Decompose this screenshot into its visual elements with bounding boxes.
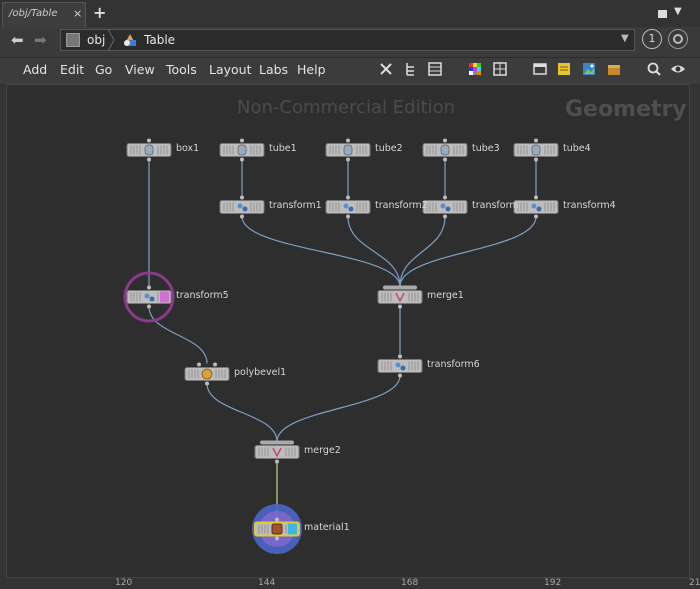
tube-icon <box>237 144 247 156</box>
tab-obj-table[interactable]: /obj/Table × <box>2 2 86 27</box>
menu-help[interactable]: Help <box>297 62 326 77</box>
node-wire[interactable] <box>241 216 401 287</box>
node-box1[interactable] <box>126 138 172 162</box>
watermark-text: Non-Commercial Edition <box>237 97 456 118</box>
ruler-tick: 120 <box>115 578 133 588</box>
node-wire[interactable] <box>148 306 208 364</box>
path-root[interactable]: obj <box>87 33 105 47</box>
menu-layout[interactable]: Layout <box>209 62 252 77</box>
menu-edit[interactable]: Edit <box>60 62 84 77</box>
node-wire[interactable] <box>276 375 401 442</box>
node-label[interactable]: transform6 <box>427 359 480 370</box>
node-label[interactable]: transform1 <box>269 200 322 211</box>
sticky-note-icon[interactable] <box>556 61 572 77</box>
tree-icon[interactable] <box>403 61 419 77</box>
pane-link-button[interactable]: 1 <box>642 29 662 49</box>
node-transform1[interactable] <box>219 195 265 219</box>
eye-icon[interactable] <box>670 61 686 77</box>
node-material1[interactable] <box>252 504 302 554</box>
node-label[interactable]: box1 <box>176 143 199 154</box>
image-icon[interactable] <box>581 61 597 77</box>
network-box-icon[interactable] <box>532 61 548 77</box>
tab-close-icon[interactable]: × <box>73 7 82 20</box>
node-wire[interactable] <box>399 216 537 287</box>
path-current[interactable]: Table <box>144 33 175 47</box>
list-icon[interactable] <box>427 61 443 77</box>
package-icon[interactable] <box>606 61 622 77</box>
node-label[interactable]: tube2 <box>375 143 403 154</box>
node-polybevel1[interactable] <box>184 362 230 386</box>
pane-menu-icon[interactable] <box>658 10 667 18</box>
tube-icon <box>440 144 450 156</box>
right-pane-border <box>690 84 700 578</box>
polybevel-icon <box>201 368 213 380</box>
menu-go[interactable]: Go <box>95 62 112 77</box>
node-wire[interactable] <box>399 216 446 287</box>
node-transform4[interactable] <box>513 195 559 219</box>
obj-network-icon <box>66 33 80 47</box>
menu-view[interactable]: View <box>125 62 155 77</box>
search-icon[interactable] <box>646 61 662 77</box>
network-editor-canvas[interactable]: Non-Commercial Edition Geometry box1 tube… <box>6 84 690 578</box>
ruler-tick: 168 <box>401 578 419 588</box>
box-icon <box>144 144 154 156</box>
context-label: Geometry <box>565 97 687 122</box>
node-wire[interactable] <box>347 216 401 287</box>
geometry-object-icon <box>124 34 136 46</box>
node-merge2[interactable] <box>254 440 300 464</box>
node-label[interactable]: tube1 <box>269 143 297 154</box>
pane-arrow-icon[interactable]: ▼ <box>674 6 682 17</box>
node-tube1[interactable] <box>219 138 265 162</box>
node-label[interactable]: transform <box>472 200 519 211</box>
ruler-tick: 144 <box>258 578 276 588</box>
node-transform3[interactable] <box>422 195 468 219</box>
bottom-ruler <box>0 578 700 589</box>
forward-arrow-icon[interactable]: ➡ <box>34 31 47 49</box>
node-label[interactable]: transform4 <box>563 200 616 211</box>
node-tube2[interactable] <box>325 138 371 162</box>
node-tube4[interactable] <box>513 138 559 162</box>
node-label[interactable]: transform2 <box>375 200 428 211</box>
node-label[interactable]: tube4 <box>563 143 591 154</box>
tab-label: /obj/Table <box>9 8 58 19</box>
path-separator-icon <box>107 29 115 51</box>
material-icon <box>271 523 283 535</box>
path-dropdown-icon[interactable]: ▼ <box>621 33 629 44</box>
node-label[interactable]: polybevel1 <box>234 367 286 378</box>
tube-icon <box>343 144 353 156</box>
tube-icon <box>531 144 541 156</box>
wires-layer <box>123 138 559 554</box>
menu-labs[interactable]: Labs <box>259 62 288 77</box>
add-tab-icon[interactable]: + <box>93 3 106 22</box>
node-transform2[interactable] <box>325 195 371 219</box>
node-label[interactable]: merge1 <box>427 290 464 301</box>
ruler-tick: 192 <box>544 578 562 588</box>
node-label[interactable]: merge2 <box>304 445 341 456</box>
node-tube3[interactable] <box>422 138 468 162</box>
ruler-tick: 21 <box>689 578 700 588</box>
color-palette-icon[interactable] <box>467 61 483 77</box>
grid-icon[interactable] <box>492 61 508 77</box>
node-label[interactable]: material1 <box>304 522 350 533</box>
node-label[interactable]: transform5 <box>176 290 229 301</box>
pin-button[interactable] <box>668 29 688 49</box>
node-transform6[interactable] <box>377 354 423 378</box>
node-label[interactable]: tube3 <box>472 143 500 154</box>
menu-tools[interactable]: Tools <box>166 62 197 77</box>
wrench-icon[interactable] <box>378 61 394 77</box>
node-wire[interactable] <box>206 383 278 442</box>
node-merge1[interactable] <box>377 285 423 309</box>
menu-add[interactable]: Add <box>23 62 47 77</box>
back-arrow-icon[interactable]: ⬅ <box>11 31 24 49</box>
